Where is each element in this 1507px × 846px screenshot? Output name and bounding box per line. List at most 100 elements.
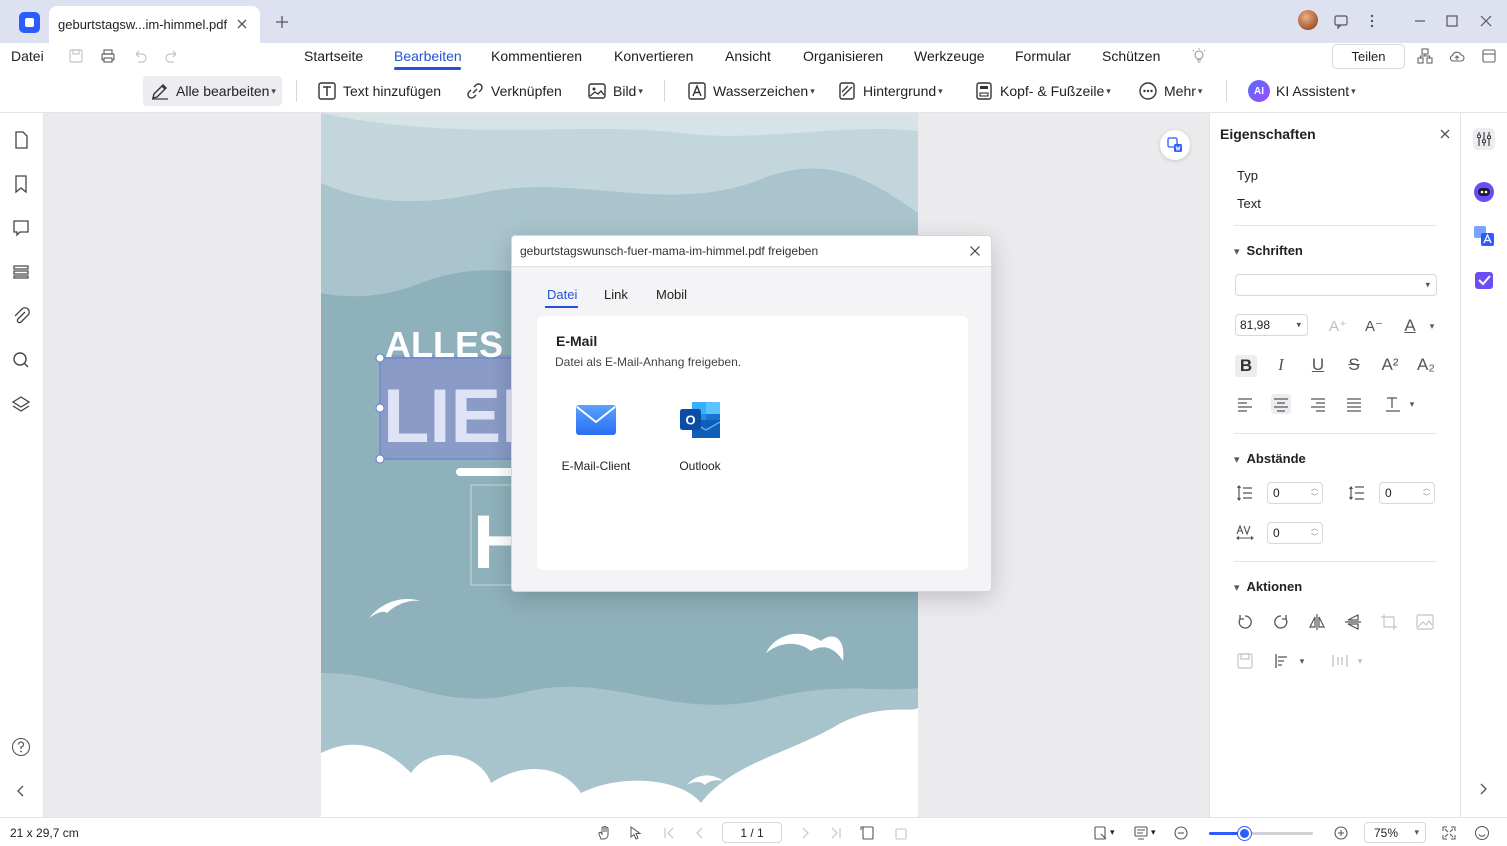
close-tab-icon[interactable] (234, 16, 250, 32)
flip-horizontal-icon[interactable] (1307, 612, 1327, 632)
collapse-panel-icon[interactable] (1480, 47, 1498, 65)
comment-icon[interactable] (11, 218, 31, 238)
align-objects-icon[interactable] (1272, 651, 1292, 671)
add-text-button[interactable]: Text hinzufügen (316, 76, 441, 106)
align-left-icon[interactable] (1235, 394, 1255, 414)
extract-icon[interactable] (1235, 651, 1255, 671)
cloud-upload-icon[interactable] (1448, 47, 1466, 65)
spacing-section-header[interactable]: Abstände (1234, 451, 1306, 466)
crop-icon[interactable] (1379, 612, 1399, 632)
font-color-icon[interactable]: A (1400, 316, 1420, 336)
ai-robot-icon[interactable] (1473, 181, 1495, 203)
search-icon[interactable] (11, 350, 31, 370)
save-icon[interactable] (67, 47, 85, 65)
zoom-in-icon[interactable] (1333, 825, 1349, 841)
fonts-section-header[interactable]: Schriften (1234, 243, 1303, 258)
zoom-out-icon[interactable] (1173, 825, 1189, 841)
fullscreen-icon[interactable] (1441, 825, 1457, 841)
layers-icon[interactable] (11, 394, 31, 414)
align-justify-icon[interactable] (1344, 394, 1364, 414)
lightbulb-icon[interactable] (1190, 47, 1208, 65)
line-spacing-input[interactable]: 0 ︿ ﹀ (1267, 482, 1323, 504)
display-mode-dropdown-icon[interactable]: ▾ (1151, 827, 1156, 838)
bookmark-icon[interactable] (11, 174, 31, 194)
attachment-icon[interactable] (11, 306, 31, 326)
flip-vertical-icon[interactable] (1343, 612, 1363, 632)
user-avatar[interactable] (1298, 10, 1318, 30)
maximize-icon[interactable] (1442, 11, 1462, 31)
menu-kommentieren[interactable]: Kommentieren (491, 48, 582, 64)
distribute-dropdown-icon[interactable]: ▾ (1350, 651, 1370, 671)
page-thumbnail-icon[interactable] (11, 130, 31, 150)
redo-icon[interactable] (163, 47, 181, 65)
close-dialog-icon[interactable] (967, 243, 983, 259)
font-family-select[interactable]: ▾ (1235, 274, 1437, 296)
tab-mobil[interactable]: Mobil (656, 287, 687, 302)
undo-icon[interactable] (131, 47, 149, 65)
document-tab[interactable]: geburtstagsw...im-himmel.pdf (49, 6, 260, 43)
collapse-left-icon[interactable] (11, 781, 31, 801)
page-layout-icon[interactable] (1093, 825, 1109, 841)
distribute-icon[interactable] (1330, 651, 1350, 671)
increase-font-icon[interactable]: A⁺ (1328, 316, 1348, 336)
align-center-icon[interactable] (1271, 394, 1291, 414)
actions-section-header[interactable]: Aktionen (1234, 579, 1303, 594)
subscript-icon[interactable]: A₂ (1416, 355, 1436, 375)
edit-all-button[interactable]: Alle bearbeiten ▾ (143, 76, 282, 106)
display-mode-icon[interactable] (1133, 825, 1149, 841)
expand-right-icon[interactable] (1475, 781, 1491, 797)
hand-tool-icon[interactable] (596, 825, 612, 841)
header-footer-button[interactable]: Kopf- & Fußzeile ▾ (973, 76, 1111, 106)
menu-konvertieren[interactable]: Konvertieren (614, 48, 693, 64)
menu-werkzeuge[interactable]: Werkzeuge (914, 48, 985, 64)
tab-link[interactable]: Link (604, 287, 628, 302)
zoom-slider-handle[interactable] (1238, 827, 1251, 840)
more-vertical-icon[interactable] (1362, 11, 1382, 31)
superscript-icon[interactable]: A² (1380, 355, 1400, 375)
new-tab-icon[interactable] (274, 14, 290, 30)
menu-schuetzen[interactable]: Schützen (1102, 48, 1160, 64)
link-button[interactable]: Verknüpfen (464, 76, 562, 106)
translate-text-icon[interactable] (1473, 225, 1495, 247)
collaborate-icon[interactable] (1416, 47, 1434, 65)
menu-bearbeiten[interactable]: Bearbeiten (394, 48, 462, 64)
tab-datei[interactable]: Datei (547, 287, 577, 302)
zoom-level-select[interactable]: 75% ▾ (1364, 822, 1426, 843)
rotate-right-icon[interactable] (1271, 612, 1291, 632)
feedback-icon[interactable] (1331, 11, 1351, 31)
align-right-icon[interactable] (1308, 394, 1328, 414)
close-window-icon[interactable] (1476, 11, 1496, 31)
font-size-select[interactable]: 81,98 ▾ (1235, 314, 1308, 336)
task-check-icon[interactable] (1473, 269, 1495, 291)
print-icon[interactable] (99, 47, 117, 65)
more-button[interactable]: Mehr ▾ (1137, 76, 1202, 106)
share-button[interactable]: Teilen (1332, 44, 1405, 69)
italic-icon[interactable]: I (1271, 355, 1291, 375)
email-client-option[interactable]: E-Mail-Client (551, 398, 641, 473)
rotate-view-icon[interactable] (893, 825, 909, 841)
page-number-input[interactable]: 1 / 1 (722, 822, 782, 843)
watermark-button[interactable]: Wasserzeichen ▾ (686, 76, 815, 106)
vertical-align-icon[interactable] (1383, 394, 1403, 414)
menu-formular[interactable]: Formular (1015, 48, 1071, 64)
page-layout-dropdown-icon[interactable]: ▾ (1110, 827, 1115, 838)
fit-page-icon[interactable] (860, 825, 876, 841)
align-objects-dropdown-icon[interactable]: ▾ (1292, 651, 1312, 671)
outlook-option[interactable]: O Outlook (655, 398, 745, 473)
menu-startseite[interactable]: Startseite (304, 48, 363, 64)
replace-image-icon[interactable] (1415, 612, 1435, 632)
underline-icon[interactable]: U (1308, 355, 1328, 375)
line-spacing-icon[interactable] (1235, 483, 1255, 503)
menu-ansicht[interactable]: Ansicht (725, 48, 771, 64)
paragraph-spacing-input[interactable]: 0 ︿ ﹀ (1379, 482, 1435, 504)
select-tool-icon[interactable] (628, 825, 644, 841)
bold-icon[interactable]: B (1235, 355, 1257, 377)
ai-assistant-button[interactable]: AI KI Assistent ▾ (1248, 76, 1356, 106)
previous-page-icon[interactable] (692, 825, 708, 841)
smiley-feedback-icon[interactable] (1474, 825, 1490, 841)
character-spacing-icon[interactable] (1235, 523, 1255, 543)
menu-organisieren[interactable]: Organisieren (803, 48, 883, 64)
image-button[interactable]: Bild ▾ (586, 76, 643, 106)
strikethrough-icon[interactable]: S (1344, 355, 1364, 375)
background-button[interactable]: Hintergrund ▾ (836, 76, 943, 106)
